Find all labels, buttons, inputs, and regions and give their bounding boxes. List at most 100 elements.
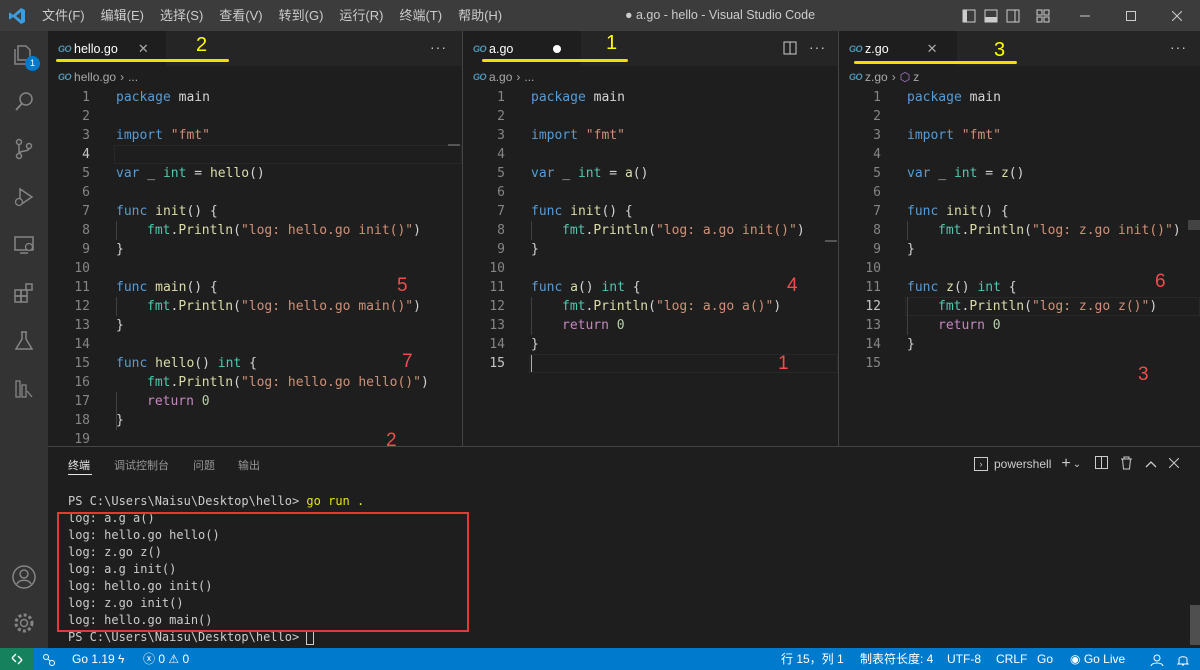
code-line: import "fmt" bbox=[531, 128, 625, 143]
line-number: 17 bbox=[74, 394, 90, 409]
line-number: 9 bbox=[82, 242, 90, 257]
window-title: ● a.go - hello - Visual Studio Code bbox=[624, 8, 816, 22]
tab-output[interactable]: 输出 bbox=[238, 457, 260, 473]
settings-gear-icon[interactable] bbox=[0, 599, 48, 647]
run-debug-icon[interactable] bbox=[0, 173, 48, 221]
menu-file[interactable]: 文件(F) bbox=[34, 0, 93, 31]
tab-problems[interactable]: 问题 bbox=[193, 457, 215, 473]
code-editor[interactable]: 1 2 3 4 5 6 7 8 9 10 11 12 13 14 15 package main impor… bbox=[839, 88, 1200, 446]
line-number: 10 bbox=[865, 261, 881, 276]
code-line: import "fmt" bbox=[116, 128, 210, 143]
code-line: fmt.Println("log: hello.go hello()") bbox=[147, 375, 429, 390]
accounts-icon[interactable] bbox=[0, 553, 48, 601]
line-number: 4 bbox=[873, 147, 881, 162]
tab-order-annotation: 3 bbox=[994, 39, 1006, 61]
close-tab-icon[interactable]: ✕ bbox=[927, 41, 938, 57]
remote-explorer-icon[interactable] bbox=[0, 221, 48, 269]
more-actions-icon[interactable]: ··· bbox=[809, 31, 826, 66]
problems-indicator[interactable]: ⓧ 0 ⚠ 0 bbox=[143, 648, 189, 670]
annotation-number: 3 bbox=[1138, 364, 1149, 385]
menu-bar: 文件(F) 编辑(E) 选择(S) 查看(V) 转到(G) 运行(R) 终端(T… bbox=[34, 0, 510, 31]
chevron-up-icon[interactable] bbox=[1145, 457, 1157, 471]
testing-icon[interactable] bbox=[0, 317, 48, 365]
code-line: func a() int { bbox=[531, 280, 641, 295]
line-number: 14 bbox=[489, 337, 505, 352]
encoding[interactable]: UTF-8 bbox=[947, 648, 981, 670]
unsaved-dot-icon[interactable] bbox=[553, 44, 562, 53]
line-number: 2 bbox=[497, 109, 505, 124]
close-window-button[interactable] bbox=[1154, 0, 1200, 31]
code-line: package main bbox=[531, 90, 625, 105]
line-number: 15 bbox=[865, 356, 881, 371]
line-number: 12 bbox=[489, 299, 505, 314]
more-actions-icon[interactable]: ··· bbox=[1170, 31, 1187, 66]
remote-indicator-icon[interactable] bbox=[0, 648, 34, 670]
code-line: fmt.Println("log: hello.go init()") bbox=[147, 223, 421, 238]
terminal-scrollbar[interactable] bbox=[1190, 605, 1200, 645]
code-editor[interactable]: 1 2 3 4 5 6 7 8 9 10 11 12 13 14 15 16 17 18 19 package ma… bbox=[48, 88, 462, 451]
sql-tools-icon[interactable] bbox=[0, 365, 48, 413]
code-line: func init() { bbox=[907, 204, 1009, 219]
symbol-cube-icon: ⬡ bbox=[899, 70, 911, 84]
output-highlight-box bbox=[57, 512, 469, 632]
go-file-icon: GO bbox=[849, 72, 863, 82]
text-cursor bbox=[531, 355, 532, 372]
tab-terminal[interactable]: 终端 bbox=[68, 457, 92, 475]
terminal-line[interactable]: PS C:\Users\Naisu\Desktop\hello> go run … bbox=[68, 493, 364, 510]
code-line: } bbox=[907, 337, 915, 352]
search-icon[interactable] bbox=[0, 77, 48, 125]
extensions-icon[interactable] bbox=[0, 269, 48, 317]
code-line: func init() { bbox=[116, 204, 218, 219]
go-version[interactable]: Go 1.19 ϟ bbox=[72, 648, 124, 670]
close-panel-icon[interactable] bbox=[1168, 457, 1180, 471]
go-live-button[interactable]: ◉ Go Live bbox=[1070, 648, 1125, 670]
shell-name[interactable]: powershell bbox=[994, 457, 1051, 471]
menu-view[interactable]: 查看(V) bbox=[211, 0, 270, 31]
menu-edit[interactable]: 编辑(E) bbox=[93, 0, 152, 31]
code-editor[interactable]: 1 2 3 4 5 6 7 8 9 10 11 12 13 14 15 package main impor… bbox=[463, 88, 838, 446]
line-number: 4 bbox=[497, 147, 505, 162]
menu-go[interactable]: 转到(G) bbox=[271, 0, 332, 31]
warning-icon: ⚠ bbox=[168, 652, 180, 666]
close-tab-icon[interactable]: ✕ bbox=[138, 41, 149, 57]
split-terminal-icon[interactable] bbox=[1095, 456, 1109, 472]
maximize-button[interactable] bbox=[1108, 0, 1154, 31]
go-tools-icon[interactable] bbox=[42, 648, 56, 670]
trash-icon[interactable] bbox=[1120, 456, 1133, 473]
toggle-panel-icon[interactable] bbox=[980, 0, 1002, 31]
notifications-bell-icon[interactable] bbox=[1176, 648, 1190, 670]
customize-layout-icon[interactable] bbox=[1032, 0, 1054, 31]
more-actions-icon[interactable]: ··· bbox=[430, 31, 447, 66]
tab-debug-console[interactable]: 调试控制台 bbox=[114, 457, 169, 473]
minimize-button[interactable] bbox=[1062, 0, 1108, 31]
chevron-down-icon[interactable]: ⌄ bbox=[1073, 459, 1081, 470]
menu-selection[interactable]: 选择(S) bbox=[152, 0, 211, 31]
error-icon: ⓧ bbox=[143, 652, 156, 666]
line-number: 11 bbox=[865, 280, 881, 295]
code-line: fmt.Println("log: hello.go main()") bbox=[147, 299, 421, 314]
line-number: 13 bbox=[865, 318, 881, 333]
menu-help[interactable]: 帮助(H) bbox=[450, 0, 510, 31]
end-of-line[interactable]: CRLF bbox=[996, 648, 1027, 670]
explorer-icon[interactable]: 1 bbox=[0, 31, 48, 79]
annotation-number: 7 bbox=[402, 351, 413, 372]
new-terminal-icon[interactable]: + bbox=[1061, 455, 1070, 473]
go-file-icon: GO bbox=[58, 43, 72, 54]
toggle-secondary-sidebar-icon[interactable] bbox=[1002, 0, 1024, 31]
language-mode[interactable]: Go bbox=[1037, 648, 1053, 670]
toggle-sidebar-icon[interactable] bbox=[958, 0, 980, 31]
accounts-status-icon[interactable] bbox=[1150, 648, 1164, 670]
cursor-position[interactable]: 行 15，列 1 bbox=[781, 648, 844, 670]
window-controls bbox=[958, 0, 1200, 31]
split-editor-icon[interactable] bbox=[783, 31, 797, 66]
line-number: 15 bbox=[489, 356, 505, 371]
menu-terminal[interactable]: 终端(T) bbox=[391, 0, 450, 31]
terminal-icon: › bbox=[974, 457, 988, 471]
code-line: func init() { bbox=[531, 204, 633, 219]
source-control-icon[interactable] bbox=[0, 125, 48, 173]
editor-group-hello: GO hello.go ✕ ··· GO hello.go › ... 1234… bbox=[48, 31, 462, 451]
line-number: 6 bbox=[82, 185, 90, 200]
code-line: fmt.Println("log: a.go init()") bbox=[562, 223, 805, 238]
menu-run[interactable]: 运行(R) bbox=[331, 0, 391, 31]
tab-size[interactable]: 制表符长度: 4 bbox=[860, 648, 933, 670]
